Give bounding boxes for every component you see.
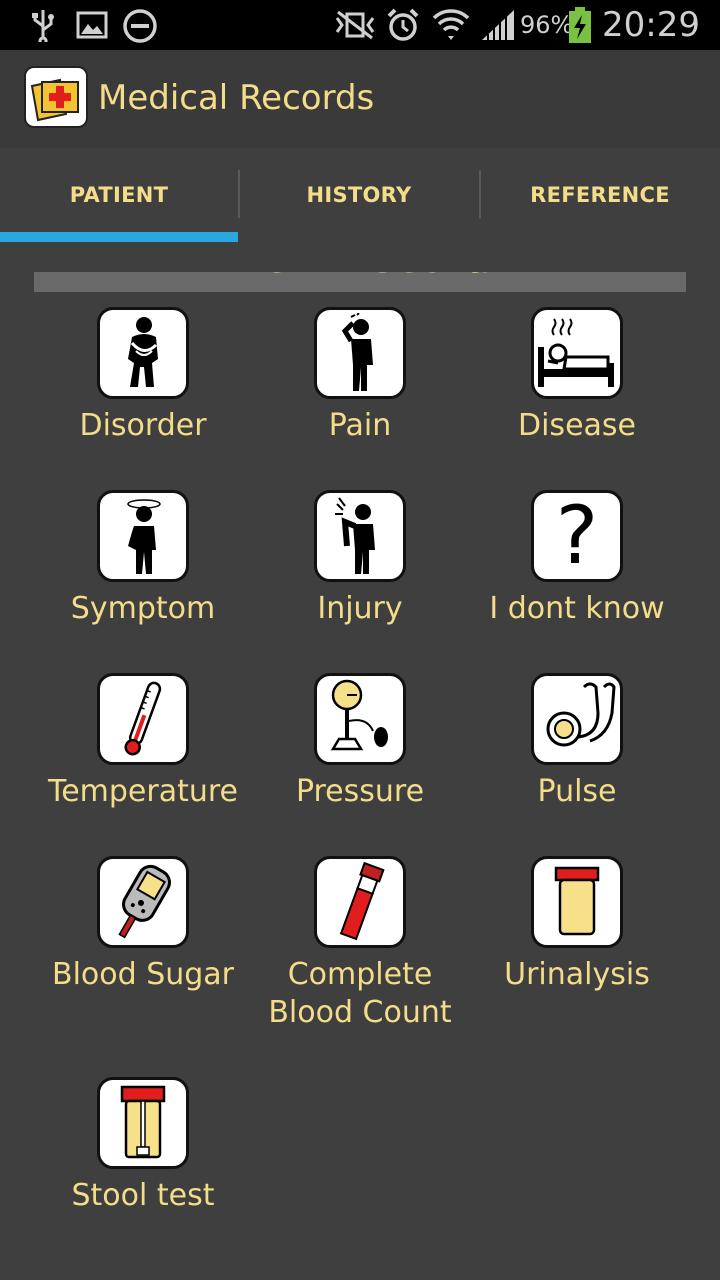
battery-charging-icon [569, 7, 591, 43]
action-bar: Medical Records [0, 50, 720, 148]
do-not-disturb-icon [123, 9, 157, 43]
record-label: Disease [518, 408, 636, 443]
record-label: Urinalysis [504, 957, 650, 992]
stomach-ache-icon [97, 307, 189, 399]
record-label: Stool test [71, 1178, 215, 1213]
usb-icon [32, 10, 54, 42]
alarm-icon [387, 8, 419, 41]
tab-bar: PATIENT HISTORY REFERENCE [0, 148, 720, 242]
record-blood-sugar[interactable]: Blood Sugar [35, 856, 251, 994]
signal-icon [482, 10, 514, 40]
record-temperature[interactable]: Temperature [35, 673, 251, 811]
tab-patient[interactable]: PATIENT [0, 148, 238, 242]
record-urinalysis[interactable]: Urinalysis [469, 856, 685, 994]
record-pain[interactable]: Pain [252, 307, 468, 445]
app-title: Medical Records [98, 78, 375, 118]
status-bar: 96% 20:29 [0, 0, 720, 50]
record-label: Temperature [47, 774, 239, 809]
injured-person-icon [314, 490, 406, 582]
record-disorder[interactable]: Disorder [35, 307, 251, 445]
record-complete-blood-count[interactable]: Complete Blood Count [252, 856, 468, 1032]
vibrate-icon [335, 10, 375, 40]
wifi-icon [432, 9, 470, 40]
record-disease[interactable]: Disease [469, 307, 685, 445]
stool-container-icon [97, 1077, 189, 1169]
record-stool-test[interactable]: Stool test [35, 1077, 251, 1215]
urine-cup-icon [531, 856, 623, 948]
headache-icon [314, 307, 406, 399]
record-label-line1: Complete [287, 957, 433, 992]
image-icon [76, 11, 108, 39]
record-symptom[interactable]: Symptom [35, 490, 251, 628]
stethoscope-icon [531, 673, 623, 765]
thermometer-icon [97, 673, 189, 765]
sick-in-bed-icon [531, 307, 623, 399]
record-injury[interactable]: Injury [252, 490, 468, 628]
record-label-line2: Blood Count [268, 995, 452, 1030]
record-i-dont-know[interactable]: ? I dont know [469, 490, 685, 628]
question-mark-icon: ? [531, 490, 623, 582]
glucometer-icon [97, 856, 189, 948]
blood-pressure-gauge-icon [314, 673, 406, 765]
selected-tab-indicator [0, 232, 238, 242]
record-label: Pulse [537, 774, 617, 809]
dizzy-person-icon [97, 490, 189, 582]
blood-tube-icon [314, 856, 406, 948]
medical-kit-icon[interactable] [24, 66, 88, 128]
record-label: Injury [317, 591, 403, 626]
record-label: Disorder [79, 408, 207, 443]
battery-percent: 96% [520, 11, 574, 39]
record-label: I dont know [489, 591, 665, 626]
record-label: Pressure [295, 774, 425, 809]
record-label: Blood Sugar [51, 957, 235, 992]
section-header: New Record [34, 272, 686, 292]
record-label: Symptom [70, 591, 216, 626]
section-title: New Record [34, 272, 686, 283]
record-label: Complete Blood Count [252, 956, 468, 1032]
record-label: Pain [328, 408, 392, 443]
record-pulse[interactable]: Pulse [469, 673, 685, 811]
record-pressure[interactable]: Pressure [252, 673, 468, 811]
tab-history[interactable]: HISTORY [240, 148, 478, 242]
tab-reference[interactable]: REFERENCE [481, 148, 719, 242]
clock: 20:29 [602, 5, 700, 45]
